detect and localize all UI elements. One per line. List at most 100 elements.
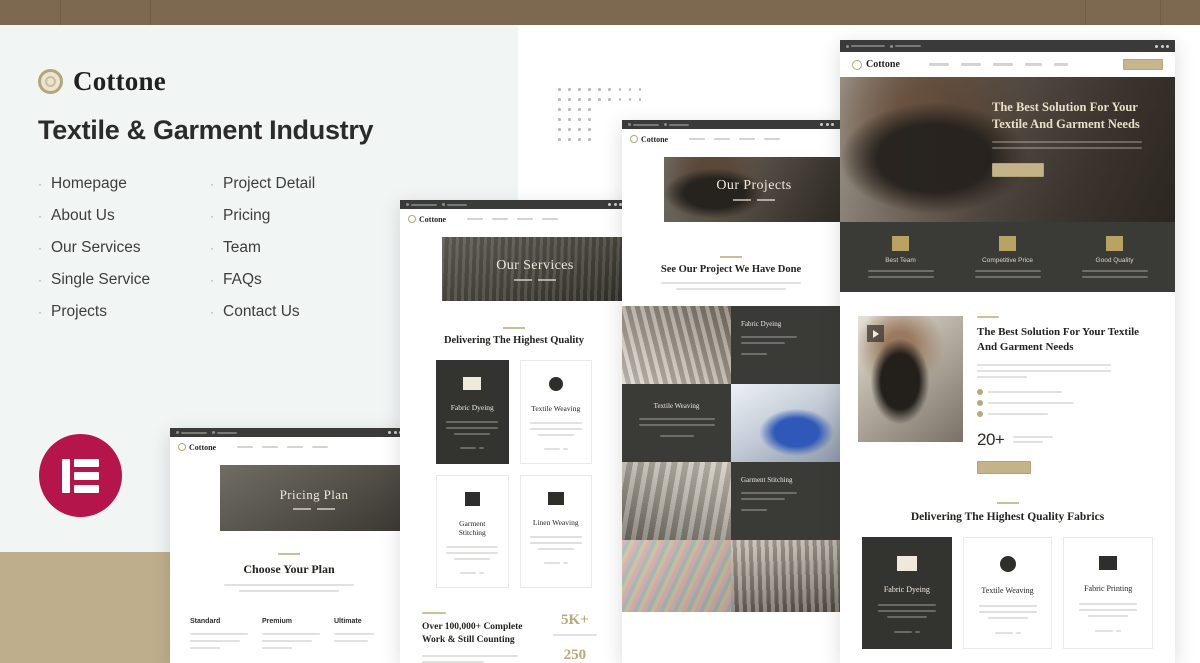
nav-link[interactable] <box>287 445 304 449</box>
site-nav[interactable]: Cottone <box>170 437 408 457</box>
cotton-flower-icon <box>852 59 862 70</box>
list-item[interactable]: · Our Services <box>38 239 198 257</box>
dot-icon <box>558 98 561 101</box>
nav-link[interactable] <box>739 137 756 141</box>
service-title: Textile Weaving <box>531 404 581 413</box>
nav-link[interactable] <box>1053 63 1068 66</box>
nav-link[interactable] <box>1024 63 1042 66</box>
fabric-title: Fabric Dyeing <box>883 584 930 594</box>
fabric-title: Fabric Printing <box>1084 583 1133 593</box>
fabric-card[interactable]: Fabric Printing <box>1063 536 1154 649</box>
project-title: Garment Stitching <box>741 476 793 484</box>
nav-cta-button[interactable] <box>1123 59 1163 70</box>
play-icon[interactable] <box>867 325 884 342</box>
mockup-pricing[interactable]: Cottone Pricing Plan Choose Your Plan St… <box>170 428 408 663</box>
project-card[interactable]: Fabric Dyeing <box>731 306 840 384</box>
section-heading: Delivering The Highest Quality <box>443 335 585 346</box>
project-card[interactable]: Garment Stitching <box>731 462 840 540</box>
section-eyebrow <box>278 553 300 555</box>
list-item[interactable]: · Project Detail <box>210 175 458 193</box>
project-card[interactable]: Textile Weaving <box>622 384 731 462</box>
list-item[interactable]: · Projects <box>38 303 198 321</box>
list-item-label: About Us <box>51 206 115 224</box>
stats-heading: Over 100,000+ Complete Work & Still Coun… <box>422 622 523 645</box>
list-item-label: Contact Us <box>223 302 300 320</box>
browser-topbar <box>840 40 1175 52</box>
feature-item[interactable]: Competitive Price <box>957 236 1058 278</box>
service-card[interactable]: Fabric Dyeing <box>436 360 509 464</box>
fabric-card[interactable]: Textile Weaving <box>962 536 1053 649</box>
feature-title: Best Team <box>885 257 916 264</box>
project-photo[interactable] <box>622 540 731 612</box>
list-item[interactable]: · Homepage <box>38 175 198 193</box>
plan-name: Ultimate <box>334 618 362 625</box>
service-card[interactable]: Textile Weaving <box>519 360 592 464</box>
feature-item[interactable]: Good Quality <box>1064 236 1165 278</box>
service-card[interactable]: Linen Weaving <box>519 475 592 588</box>
feature-item[interactable]: Best Team <box>850 236 951 278</box>
dot-icon <box>608 88 612 91</box>
page-list: · Homepage · Project Detail · About Us · Pri… <box>38 175 458 321</box>
mockup-projects[interactable]: Cottone Our Projects See Our Project We … <box>622 120 840 663</box>
feature-strip: Best Team Competitive Price Good Quality <box>840 222 1175 292</box>
nav-link[interactable] <box>262 445 279 449</box>
list-item-label: FAQs <box>223 270 262 288</box>
nav-link[interactable] <box>517 217 534 221</box>
banner-title: Our Projects <box>716 178 792 193</box>
about-image <box>858 316 963 442</box>
section-heading: See Our Project We Have Done <box>660 264 802 275</box>
project-photo[interactable] <box>622 462 731 540</box>
stitching-icon <box>464 492 480 506</box>
dot-icon <box>568 108 571 111</box>
dot-icon <box>588 108 591 111</box>
nav-link[interactable] <box>992 63 1013 66</box>
section-eyebrow <box>996 501 1019 504</box>
nav-link[interactable] <box>928 63 949 66</box>
list-item[interactable]: · Team <box>210 239 458 257</box>
fabric-card[interactable]: Fabric Dyeing <box>862 536 952 649</box>
nav-link[interactable] <box>764 137 781 141</box>
project-photo[interactable] <box>731 384 840 462</box>
site-nav[interactable]: Cottone <box>622 129 840 149</box>
check-icon <box>977 399 983 406</box>
nav-link[interactable] <box>542 217 559 221</box>
dyeing-icon <box>463 377 482 390</box>
list-item-label: Our Services <box>51 238 141 256</box>
award-icon <box>892 236 909 251</box>
section-heading: Delivering The Highest Quality Fabrics <box>910 510 1105 523</box>
badge-icon <box>1106 236 1123 251</box>
browser-topbar <box>622 120 840 129</box>
pricing-plan-card[interactable]: Premium <box>262 618 320 649</box>
dot-grid-row <box>558 108 641 111</box>
list-item[interactable]: · Contact Us <box>210 303 458 321</box>
list-item[interactable]: · FAQs <box>210 271 458 289</box>
nav-link[interactable] <box>492 217 509 221</box>
bullet-icon: · <box>210 272 214 287</box>
about-cta-button[interactable] <box>977 460 1031 474</box>
nav-link[interactable] <box>714 137 731 141</box>
pricing-plan-card[interactable]: Ultimate <box>334 618 388 649</box>
dot-icon <box>558 138 561 142</box>
pricing-plan-card[interactable]: Standard <box>190 618 248 649</box>
bullet-icon: · <box>38 304 42 319</box>
list-item[interactable]: · About Us <box>38 207 198 225</box>
dot-icon <box>578 128 581 131</box>
stat-value: 5K+ <box>561 612 589 628</box>
project-photo[interactable] <box>622 306 731 384</box>
dot-icon <box>588 128 591 131</box>
page-banner: Our Projects <box>664 157 840 222</box>
service-card[interactable]: Garment Stitching <box>436 475 509 588</box>
mockup-homepage[interactable]: Cottone The Best Solution For Your Texti… <box>840 40 1175 663</box>
nav-link[interactable] <box>237 445 254 449</box>
list-item[interactable]: · Single Service <box>38 271 198 289</box>
list-item[interactable]: · Pricing <box>210 207 458 225</box>
nav-link[interactable] <box>467 217 484 221</box>
project-photo[interactable] <box>731 540 840 612</box>
nav-link[interactable] <box>312 445 329 449</box>
nav-link[interactable] <box>960 63 981 66</box>
dot-icon <box>608 98 612 101</box>
hero-cta-button[interactable] <box>992 163 1044 177</box>
brand-name: Cottone <box>73 66 166 96</box>
nav-link[interactable] <box>689 137 706 141</box>
site-nav[interactable]: Cottone <box>840 52 1175 77</box>
